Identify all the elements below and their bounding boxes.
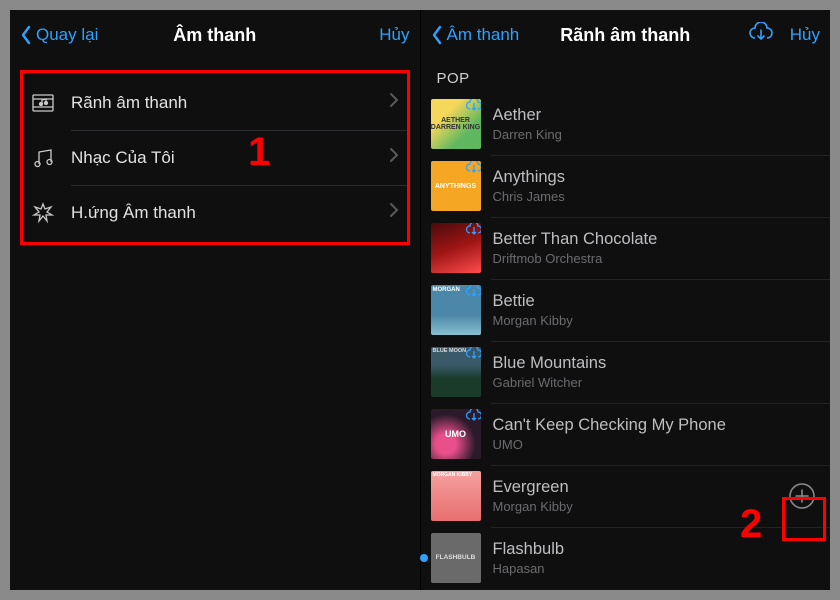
back-button[interactable]: Quay lại (20, 25, 98, 45)
track-title: Bettie (493, 292, 817, 311)
track-artist: Darren King (493, 127, 817, 142)
callout-1: 1 (248, 130, 270, 175)
callout-2: 2 (740, 502, 762, 547)
track-title: Anythings (493, 168, 817, 187)
chevron-right-icon (389, 92, 399, 113)
album-art (431, 533, 481, 583)
now-playing-indicator (420, 554, 428, 562)
back-label: Âm thanh (447, 25, 520, 45)
track-row[interactable]: Blue Mountains Gabriel Witcher (421, 341, 831, 403)
highlight-box-1: Rãnh âm thanh Nhạc Của Tôi H.ứng Âm than… (20, 70, 410, 245)
track-title: Better Than Chocolate (493, 230, 817, 249)
track-artist: Morgan Kibby (493, 313, 817, 328)
burst-icon (29, 201, 57, 225)
section-header-pop: POP (421, 60, 831, 93)
music-note-icon (29, 146, 57, 170)
chevron-left-icon (431, 25, 443, 45)
track-artist: UMO (493, 437, 817, 452)
nav-bar: Quay lại Âm thanh Hủy (10, 10, 420, 60)
track-row[interactable]: Bettie Morgan Kibby (421, 279, 831, 341)
track-title: Flashbulb (493, 540, 817, 559)
track-title: Blue Mountains (493, 354, 817, 373)
album-art (431, 471, 481, 521)
menu-item-label: Nhạc Của Tôi (71, 148, 375, 168)
album-art (431, 99, 481, 149)
back-label: Quay lại (36, 25, 98, 45)
menu-item-audio-tracks[interactable]: Rãnh âm thanh (23, 75, 407, 130)
track-row[interactable]: Flashbulb Hapasan (421, 527, 831, 589)
track-artist: Driftmob Orchestra (493, 251, 817, 266)
download-cloud-icon (465, 285, 481, 301)
album-art (431, 347, 481, 397)
chevron-right-icon (389, 147, 399, 168)
track-title: Evergreen (493, 478, 777, 497)
screen-audio-menu: Quay lại Âm thanh Hủy Rãnh âm thanh (10, 10, 421, 590)
track-artist: Morgan Kibby (493, 499, 777, 514)
album-art (431, 285, 481, 335)
download-cloud-icon (465, 161, 481, 177)
audio-menu-list: Rãnh âm thanh Nhạc Của Tôi H.ứng Âm than… (10, 60, 420, 245)
album-art (431, 409, 481, 459)
track-artist: Chris James (493, 189, 817, 204)
add-track-button[interactable] (788, 482, 816, 510)
album-art (431, 223, 481, 273)
track-row[interactable]: Better Than Chocolate Driftmob Orchestra (421, 217, 831, 279)
screen-track-list: Âm thanh Rãnh âm thanh Hủy POP Aether Da… (421, 10, 831, 590)
chevron-right-icon (389, 202, 399, 223)
nav-bar: Âm thanh Rãnh âm thanh Hủy (421, 10, 831, 60)
album-art (431, 161, 481, 211)
download-cloud-button[interactable] (748, 22, 774, 49)
track-row[interactable]: Anythings Chris James (421, 155, 831, 217)
cancel-button[interactable]: Hủy (790, 25, 820, 45)
menu-item-label: Rãnh âm thanh (71, 93, 375, 113)
filmstrip-music-icon (29, 91, 57, 115)
track-list: Aether Darren King Anythings Chris James (421, 93, 831, 589)
track-artist: Hapasan (493, 561, 817, 576)
menu-item-label: H.ứng Âm thanh (71, 203, 375, 223)
track-title: Can't Keep Checking My Phone (493, 416, 817, 435)
track-row[interactable]: Evergreen Morgan Kibby (421, 465, 831, 527)
plus-circle-icon (788, 482, 816, 510)
track-row[interactable]: Can't Keep Checking My Phone UMO (421, 403, 831, 465)
track-row[interactable]: Aether Darren King (421, 93, 831, 155)
download-cloud-icon (465, 409, 481, 425)
track-title: Aether (493, 106, 817, 125)
track-artist: Gabriel Witcher (493, 375, 817, 390)
menu-item-sound-fx[interactable]: H.ứng Âm thanh (23, 185, 407, 240)
download-cloud-icon (465, 347, 481, 363)
download-cloud-icon (465, 99, 481, 115)
download-cloud-icon (465, 223, 481, 239)
menu-item-my-music[interactable]: Nhạc Của Tôi (23, 130, 407, 185)
back-button[interactable]: Âm thanh (431, 25, 520, 45)
download-cloud-icon (748, 22, 774, 44)
cancel-button[interactable]: Hủy (379, 25, 409, 45)
chevron-left-icon (20, 25, 32, 45)
